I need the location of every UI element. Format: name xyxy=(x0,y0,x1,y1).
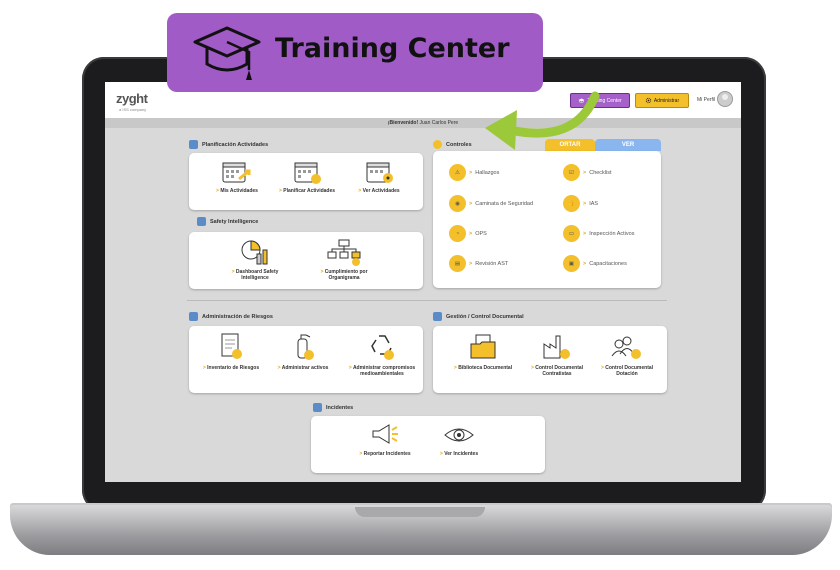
tile-biblioteca-documental[interactable]: > Biblioteca Documental xyxy=(453,332,513,371)
calendar-pencil-icon xyxy=(294,162,321,184)
folder-icon xyxy=(470,334,496,359)
incident-section-icon xyxy=(313,403,322,412)
megaphone-icon xyxy=(372,424,398,444)
banner-title: Training Center xyxy=(275,33,510,64)
section-gestion-title: Gestión / Control Documental xyxy=(433,312,524,321)
profile-link[interactable]: Mi Perfil xyxy=(697,97,715,103)
control-inspeccion[interactable]: ▭ > Inspección Activos xyxy=(563,225,634,242)
eye-icon: ◉ xyxy=(449,195,466,212)
section-planificacion-title: Planificación Actividades xyxy=(189,140,268,149)
tile-control-contratistas[interactable]: > Control Documental Contratistas xyxy=(527,332,587,377)
document-section-icon xyxy=(433,312,442,321)
people-group-icon xyxy=(611,336,641,359)
thumbs-up-icon: 👍 xyxy=(563,195,580,212)
section-incidentes-title: Incidentes xyxy=(313,403,353,412)
section-safety-title: Safety Intelligence xyxy=(197,217,258,226)
control-capacitaciones[interactable]: ▣ > Capacitaciones xyxy=(563,255,627,272)
safety-card: > Dashboard Safety Intelligence > Cumpli… xyxy=(189,232,423,289)
fire-extinguisher-icon xyxy=(297,334,314,360)
gestion-card: > Biblioteca Documental > Control Docume… xyxy=(433,326,667,393)
planificacion-card: > Mis Actividades > Planificar Actividad… xyxy=(189,153,423,210)
control-ias[interactable]: 👍 > IAS xyxy=(563,195,598,212)
incidentes-card: > Reportar Incidentes > Ver Incidentes xyxy=(311,416,545,473)
tile-cumplimiento[interactable]: > Cumplimiento por Organigrama xyxy=(311,238,377,281)
document-icon: ▤ xyxy=(449,255,466,272)
tile-planificar-actividades[interactable]: > Planificar Actividades xyxy=(277,159,337,194)
tile-administrar-activos[interactable]: > Administrar activos xyxy=(273,332,333,371)
app-logo[interactable]: zyght xyxy=(116,91,148,106)
green-arrow-icon xyxy=(485,91,600,150)
org-chart-icon xyxy=(327,239,361,266)
calendar-section-icon xyxy=(189,140,198,149)
laptop-section-icon xyxy=(189,312,198,321)
tile-ver-incidentes[interactable]: > Ver Incidentes xyxy=(429,422,489,457)
laptop-notch xyxy=(355,507,485,517)
control-ops[interactable]: ◔ > OPS xyxy=(449,225,487,242)
avatar[interactable] xyxy=(717,91,733,107)
control-revision-ast[interactable]: ▤ > Revisión AST xyxy=(449,255,508,272)
document-list-icon xyxy=(221,333,242,359)
tile-dashboard[interactable]: > Dashboard Safety Intelligence xyxy=(225,238,285,281)
graduation-cap-icon xyxy=(193,26,261,80)
app-screen: zyght a ISS company Training Center Admi… xyxy=(105,82,741,482)
training-icon: ▣ xyxy=(563,255,580,272)
tile-ver-actividades[interactable]: > Ver Actividades xyxy=(349,159,409,194)
calendar-arrow-icon xyxy=(222,162,251,183)
inspection-icon: ▭ xyxy=(563,225,580,242)
tile-reportar-incidentes[interactable]: > Reportar Incidentes xyxy=(355,422,415,457)
eye-icon xyxy=(444,428,474,442)
gear-icon xyxy=(645,97,652,104)
controles-card: ⚠ > Hallazgos ☑ > Checklist ◉ > Caminata de Se… xyxy=(433,151,661,288)
calendar-eye-icon xyxy=(366,162,393,183)
ops-icon: ◔ xyxy=(449,225,466,242)
recycle-icon xyxy=(371,335,394,360)
section-riesgos-title: Administración de Riesgos xyxy=(189,312,273,321)
tile-inventario-riesgos[interactable]: > Inventario de Riesgos xyxy=(201,332,261,371)
pie-bar-chart-icon xyxy=(241,240,268,265)
alert-section-icon xyxy=(433,140,442,149)
factory-icon xyxy=(543,335,570,359)
section-divider xyxy=(187,300,667,301)
admin-button[interactable]: Administrar xyxy=(635,93,689,108)
chart-section-icon xyxy=(197,217,206,226)
tile-compromisos-medioambientales[interactable]: > Administrar compromisos medioambiental… xyxy=(347,332,417,377)
tile-mis-actividades[interactable]: > Mis Actividades xyxy=(207,159,267,194)
welcome-bar: ¡Bienvenido! Juan Carlos Pere xyxy=(105,118,741,128)
logo-subtitle: a ISS company xyxy=(119,107,147,112)
tile-control-dotacion[interactable]: > Control Documental Dotación xyxy=(597,332,657,377)
control-caminata[interactable]: ◉ > Caminata de Seguridad xyxy=(449,195,533,212)
riesgos-card: > Inventario de Riesgos > Administrar ac… xyxy=(189,326,423,393)
